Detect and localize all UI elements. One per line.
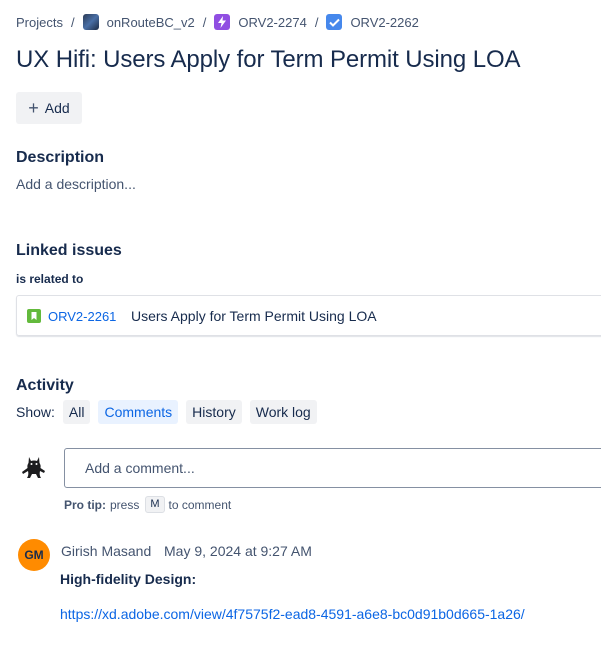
activity-filter-bar: Show: All Comments History Work log <box>16 400 325 424</box>
linked-issue-row[interactable]: ORV2-2261 Users Apply for Term Permit Us… <box>16 295 601 336</box>
pro-tip: Pro tip: press M to comment <box>64 496 231 513</box>
story-icon <box>27 309 41 323</box>
issue-title[interactable]: UX Hifi: Users Apply for Term Permit Usi… <box>16 46 521 74</box>
filter-work-log[interactable]: Work log <box>249 400 317 424</box>
task-icon <box>326 14 343 30</box>
pro-tip-press: press <box>110 497 140 512</box>
breadcrumb-project-label: onRouteBC_v2 <box>106 14 195 30</box>
breadcrumb-projects[interactable]: Projects <box>16 15 63 30</box>
filter-history[interactable]: History <box>186 400 242 424</box>
comment-body-heading: High-fidelity Design: <box>60 571 197 587</box>
current-user-avatar <box>18 451 50 483</box>
breadcrumb-separator: / <box>70 14 75 30</box>
linked-issue-summary[interactable]: Users Apply for Term Permit Using LOA <box>131 308 377 324</box>
add-button-label: Add <box>44 100 70 116</box>
breadcrumb-project[interactable]: onRouteBC_v2 <box>82 14 195 30</box>
plus-icon: + <box>28 98 39 118</box>
comment-link[interactable]: https://xd.adobe.com/view/4f7575f2-ead8-… <box>60 606 525 622</box>
description-field[interactable]: Add a description... <box>16 176 136 192</box>
comment-author-avatar[interactable]: GM <box>18 539 50 571</box>
project-avatar-icon <box>82 14 99 30</box>
filter-all[interactable]: All <box>62 400 91 424</box>
breadcrumb-epic-label: ORV2-2274 <box>238 14 307 30</box>
linked-issues-heading: Linked issues <box>16 242 122 259</box>
activity-heading: Activity <box>16 377 74 394</box>
breadcrumb-separator: / <box>202 14 207 30</box>
pro-tip-label: Pro tip: <box>64 497 106 512</box>
breadcrumb-epic[interactable]: ORV2-2274 <box>214 14 307 30</box>
add-comment-input[interactable]: Add a comment... <box>64 448 601 488</box>
breadcrumb-separator: / <box>314 14 319 30</box>
comment-author[interactable]: Girish Masand <box>61 543 151 559</box>
show-label: Show: <box>16 404 55 420</box>
epic-icon <box>214 14 231 30</box>
add-button[interactable]: + Add <box>16 92 82 124</box>
relation-label: is related to <box>16 272 84 286</box>
filter-comments[interactable]: Comments <box>98 400 179 424</box>
shortcut-key: M <box>145 496 165 513</box>
linked-issue-key[interactable]: ORV2-2261 <box>48 309 116 324</box>
description-heading: Description <box>16 149 105 166</box>
breadcrumb-task[interactable]: ORV2-2262 <box>326 14 419 30</box>
pro-tip-tail: to comment <box>168 497 232 512</box>
comment-timestamp[interactable]: May 9, 2024 at 9:27 AM <box>164 543 312 559</box>
breadcrumb-task-label: ORV2-2262 <box>350 14 419 30</box>
breadcrumb: Projects / onRouteBC_v2 / ORV2-2274 / OR… <box>16 13 419 31</box>
